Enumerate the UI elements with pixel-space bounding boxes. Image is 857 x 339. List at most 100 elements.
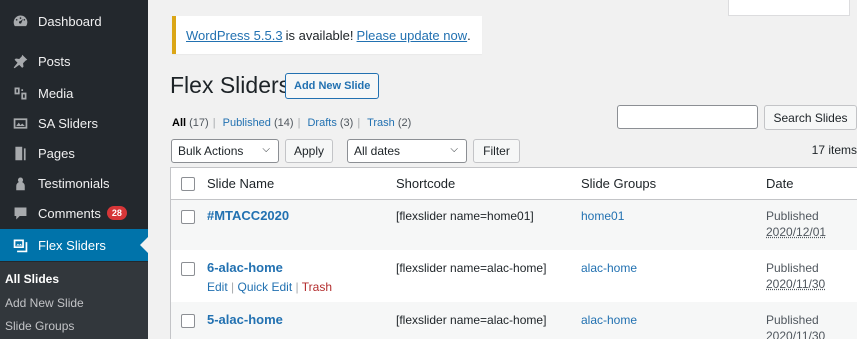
bulk-actions-value: Bulk Actions	[178, 144, 244, 158]
sidebar-item-label: Media	[38, 85, 74, 101]
shortcode-text: [flexslider name=home01]	[396, 209, 534, 223]
sidebar-item-label: Posts	[38, 53, 71, 69]
sidebar-item-posts[interactable]: Posts	[0, 46, 148, 76]
slide-group-link[interactable]: alac-home	[581, 313, 637, 327]
post-status: Published	[766, 209, 819, 223]
comment-icon	[10, 203, 30, 223]
slide-group-link[interactable]: alac-home	[581, 261, 637, 275]
slide-group-link[interactable]: home01	[581, 209, 624, 223]
filter-drafts-count: (3)	[339, 117, 354, 129]
quick-edit-link[interactable]: Quick Edit	[238, 280, 293, 294]
notice-end: .	[467, 27, 471, 43]
sidebar-item-flex-sliders[interactable]: Flex Sliders	[0, 229, 148, 261]
pin-icon	[10, 51, 30, 71]
sidebar-item-label: Comments	[38, 205, 101, 221]
post-date: 2020/11/30	[766, 329, 826, 339]
filter-published-count: (14)	[274, 117, 294, 129]
row-actions: Edit | Quick Edit | Trash	[207, 280, 332, 294]
filter-all-label: All	[172, 117, 187, 129]
column-header-slide-name[interactable]: Slide Name	[207, 176, 274, 191]
column-header-slide-groups: Slide Groups	[581, 176, 657, 191]
filter-published-link[interactable]: Published (14)	[223, 117, 294, 129]
edit-link[interactable]: Edit	[207, 280, 228, 294]
update-now-link[interactable]: Please update now	[357, 28, 468, 43]
dashboard-icon	[10, 11, 30, 31]
sidebar-item-comments[interactable]: Comments 28	[0, 198, 148, 228]
dates-value: All dates	[354, 144, 401, 158]
sidebar-item-label: SA Sliders	[38, 115, 98, 131]
bulk-actions-select[interactable]: Bulk Actions ⌵	[171, 139, 279, 163]
page-title: Flex Sliders	[170, 72, 291, 98]
row-checkbox[interactable]	[181, 314, 195, 328]
post-status: Published	[766, 313, 819, 327]
trash-link[interactable]: Trash	[302, 280, 332, 294]
column-header-shortcode: Shortcode	[396, 176, 456, 191]
table-row: 5-alac-home [flexslider name=alac-home] …	[171, 302, 857, 339]
date-cell: Published 2020/11/30	[766, 312, 825, 339]
sidebar-item-testimonials[interactable]: Testimonials	[0, 168, 148, 198]
slide-title-link[interactable]: #MTACC2020	[207, 208, 289, 223]
people-icon	[10, 173, 30, 193]
apply-button[interactable]: Apply	[285, 139, 333, 163]
separator: |	[231, 280, 235, 294]
filter-trash-count: (2)	[397, 117, 412, 129]
filter-drafts-link[interactable]: Drafts (3)	[307, 117, 353, 129]
chevron-down-icon: ⌵	[450, 144, 458, 155]
comments-count-badge: 28	[106, 206, 127, 220]
media-icon	[10, 83, 30, 103]
gallery-icon	[10, 235, 30, 255]
filter-drafts-label: Drafts	[307, 117, 337, 129]
separator: |	[297, 117, 301, 129]
submenu-add-new-slide[interactable]: Add New Slide	[5, 296, 84, 310]
slides-icon	[10, 113, 30, 133]
filter-button[interactable]: Filter	[473, 139, 520, 163]
sidebar-item-sa-sliders[interactable]: SA Sliders	[0, 108, 148, 138]
table-header-row: Slide Name Shortcode Slide Groups Date	[171, 168, 857, 200]
slide-title-link[interactable]: 6-alac-home	[207, 260, 283, 275]
sidebar-item-label: Flex Sliders	[38, 237, 106, 253]
screen-options-tab[interactable]	[728, 0, 850, 16]
filter-published-label: Published	[222, 117, 271, 129]
chevron-down-icon: ⌵	[262, 144, 270, 155]
table-row: #MTACC2020 [flexslider name=home01] home…	[171, 200, 857, 250]
sidebar-item-label: Dashboard	[38, 13, 102, 29]
sidebar-item-dashboard[interactable]: Dashboard	[0, 6, 148, 36]
post-date: 2020/11/30	[766, 277, 826, 291]
separator: |	[212, 117, 216, 129]
date-cell: Published 2020/11/30	[766, 260, 825, 292]
items-count: 17 items	[811, 143, 857, 157]
update-notice: WordPress 5.5.3 is available! Please upd…	[172, 16, 482, 54]
slides-table: Slide Name Shortcode Slide Groups Date #…	[170, 167, 857, 339]
search-slides-input[interactable]	[617, 105, 758, 129]
sidebar-item-label: Pages	[38, 145, 75, 161]
wordpress-version-link[interactable]: WordPress 5.5.3	[186, 28, 283, 43]
sidebar-item-media[interactable]: Media	[0, 78, 148, 108]
select-all-checkbox[interactable]	[181, 177, 195, 191]
post-date: 2020/12/01	[766, 225, 827, 239]
date-cell: Published 2020/12/01	[766, 208, 826, 240]
page-icon	[10, 143, 30, 163]
filter-all-count: (17)	[189, 117, 209, 129]
dates-select[interactable]: All dates ⌵	[347, 139, 467, 163]
column-header-date[interactable]: Date	[766, 176, 793, 191]
sidebar-item-pages[interactable]: Pages	[0, 138, 148, 168]
row-checkbox[interactable]	[181, 210, 195, 224]
search-slides-button[interactable]: Search Slides	[764, 105, 857, 130]
admin-sidebar: Dashboard Posts Media SA Sliders Pages T…	[0, 0, 148, 339]
filter-all-link[interactable]: All (17)	[172, 117, 209, 129]
main-content: WordPress 5.5.3 is available! Please upd…	[148, 0, 857, 339]
submenu-all-slides[interactable]: All Slides	[5, 272, 59, 286]
separator: |	[295, 280, 299, 294]
sidebar-item-label: Testimonials	[38, 175, 110, 191]
slide-title-link[interactable]: 5-alac-home	[207, 312, 283, 327]
row-checkbox[interactable]	[181, 262, 195, 276]
shortcode-text: [flexslider name=alac-home]	[396, 261, 547, 275]
post-status: Published	[766, 261, 819, 275]
status-filter-links: All (17) | Published (14) | Drafts (3) | Tr…	[172, 117, 411, 129]
sidebar-submenu: All Slides Add New Slide Slide Groups	[0, 262, 148, 339]
filter-trash-label: Trash	[367, 117, 395, 129]
table-row: 6-alac-home Edit | Quick Edit | Trash [f…	[171, 250, 857, 300]
add-new-slide-button[interactable]: Add New Slide	[285, 73, 380, 99]
submenu-slide-groups[interactable]: Slide Groups	[5, 319, 74, 333]
filter-trash-link[interactable]: Trash (2)	[367, 117, 411, 129]
